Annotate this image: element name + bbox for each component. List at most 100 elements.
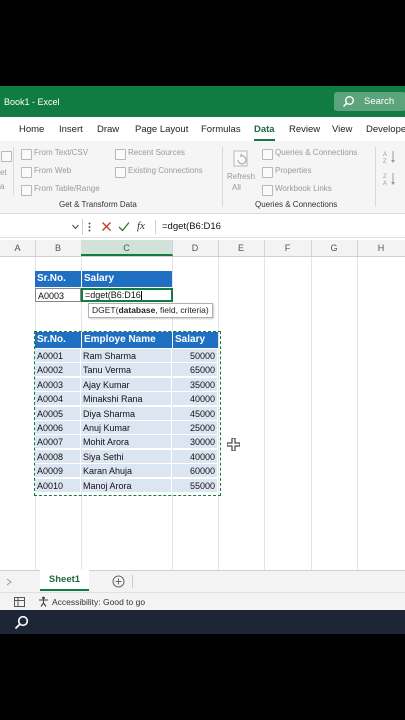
table-cell-salary[interactable]: 40000 [172,392,218,407]
search-box[interactable]: Search [334,92,405,111]
workbook-links-icon [262,185,273,196]
get-data-icon [1,151,12,162]
table-cell-srno[interactable]: A0006 [35,421,81,435]
cancel-icon[interactable] [101,221,112,232]
from-web-button[interactable]: From Web [34,166,71,175]
table-header-name[interactable]: Employe Name [81,332,172,348]
workbook-links-button[interactable]: Workbook Links [275,184,332,193]
refresh-all-icon [233,150,248,167]
table-header-srno[interactable]: Sr.No. [35,332,81,348]
column-header-h[interactable]: H [357,240,405,256]
criteria-header-srno[interactable]: Sr.No. [35,271,81,287]
sort-a-z-icon[interactable]: AZ [383,150,397,164]
table-cell-srno[interactable]: A0008 [35,449,81,464]
tab-data[interactable]: Data [254,124,275,141]
column-header-f[interactable]: F [264,240,312,256]
table-cell-name[interactable]: Tanu Verma [81,363,172,378]
table-cell-name[interactable]: Mohit Arora [81,435,172,450]
table-cell-name[interactable]: Ajay Kumar [81,377,172,392]
column-header-d[interactable]: D [172,240,219,256]
name-box[interactable] [0,219,83,235]
tab-home[interactable]: Home [19,124,44,135]
table-cell-srno[interactable]: A0002 [35,363,81,378]
table-cell-srno[interactable]: A0009 [35,464,81,479]
table-cell-salary[interactable]: 50000 [172,349,218,363]
properties-button[interactable]: Properties [275,166,311,175]
enter-check-icon[interactable] [118,221,130,232]
active-cell-formula[interactable]: =dget(B6:D16 [81,288,173,302]
queries-connections-button[interactable]: Queries & Connections [275,148,357,157]
column-header-c[interactable]: C [81,240,173,256]
table-cell-srno[interactable]: A0007 [35,435,81,450]
existing-connections-button[interactable]: Existing Connections [128,166,203,175]
status-bar: Accessibility: Good to go [0,592,405,611]
ribbon-partial-label: et [0,168,7,177]
from-text-csv-button[interactable]: From Text/CSV [34,148,88,157]
column-header-b[interactable]: B [35,240,82,256]
refresh-all-button[interactable]: Refresh [227,172,255,181]
formula-input[interactable]: =dget(B6:D16 [162,221,221,232]
table-cell-name[interactable]: Manoj Arora [81,478,172,493]
criteria-cell-srno[interactable]: A0003 [35,288,81,302]
excel-window: Book1 - Excel Search Home Insert Draw Pa… [0,86,405,634]
table-cell-salary[interactable]: 55000 [172,478,218,493]
table-cell-salary[interactable]: 45000 [172,406,218,421]
column-header-g[interactable]: G [311,240,358,256]
table-cell-name[interactable]: Anuj Kumar [81,421,172,435]
table-cell-name[interactable]: Minakshi Rana [81,392,172,407]
sheet-tab-sheet1[interactable]: Sheet1 [40,570,89,591]
table-cell-salary[interactable]: 60000 [172,464,218,479]
svg-text:Z: Z [383,159,387,164]
gridline [311,257,312,570]
table-cell-salary[interactable]: 25000 [172,421,218,435]
column-header-e[interactable]: E [218,240,265,256]
tooltip-rest-args: , field, criteria) [155,305,209,315]
svg-text:Z: Z [383,174,387,180]
function-tooltip[interactable]: DGET(database, field, criteria) [88,303,213,318]
ribbon-partial-arrow: a [0,182,5,191]
table-cell-name[interactable]: Ram Sharma [81,349,172,363]
recent-sources-button[interactable]: Recent Sources [128,148,185,157]
formula-bar: fx =dget(B6:D16 [0,217,405,238]
gridline [357,257,358,570]
text-csv-icon [21,149,32,160]
table-header-salary[interactable]: Salary [172,332,218,348]
tab-view[interactable]: View [332,124,352,135]
more-options-icon[interactable] [88,222,91,232]
from-table-range-button[interactable]: From Table/Range [34,184,100,193]
refresh-all-label-2: All [232,183,241,192]
tab-draw[interactable]: Draw [97,124,119,135]
chevron-right-icon[interactable] [6,578,12,586]
insert-function-button[interactable]: fx [137,220,145,232]
queries-icon [262,149,273,160]
table-cell-salary[interactable]: 40000 [172,449,218,464]
tooltip-active-arg: database [118,305,156,315]
table-cell-salary[interactable]: 65000 [172,363,218,378]
gridline [264,257,265,570]
table-cell-name[interactable]: Karan Ahuja [81,464,172,479]
table-cell-srno[interactable]: A0010 [35,478,81,493]
sort-z-a-icon[interactable]: ZA [383,172,397,186]
criteria-header-salary[interactable]: Salary [81,271,172,287]
chevron-down-icon[interactable] [72,224,79,230]
add-sheet-icon[interactable] [112,575,125,588]
cell-mode-icon [14,597,25,607]
table-cell-salary[interactable]: 35000 [172,377,218,392]
accessibility-status[interactable]: Accessibility: Good to go [52,597,145,607]
table-cell-srno[interactable]: A0004 [35,392,81,407]
table-cell-name[interactable]: Siya Sethi [81,449,172,464]
tab-formulas[interactable]: Formulas [201,124,241,135]
tab-insert[interactable]: Insert [59,124,83,135]
accessibility-icon[interactable] [38,596,49,607]
table-cell-name[interactable]: Diya Sharma [81,406,172,421]
tab-page-layout[interactable]: Page Layout [135,124,188,135]
table-cell-srno[interactable]: A0005 [35,406,81,421]
tab-developer[interactable]: Develope [366,124,405,135]
tab-review[interactable]: Review [289,124,320,135]
column-header-a[interactable]: A [0,240,36,256]
gridline [218,257,219,570]
table-cell-salary[interactable]: 30000 [172,435,218,450]
search-icon[interactable] [14,615,29,630]
table-cell-srno[interactable]: A0001 [35,349,81,363]
table-cell-srno[interactable]: A0003 [35,377,81,392]
